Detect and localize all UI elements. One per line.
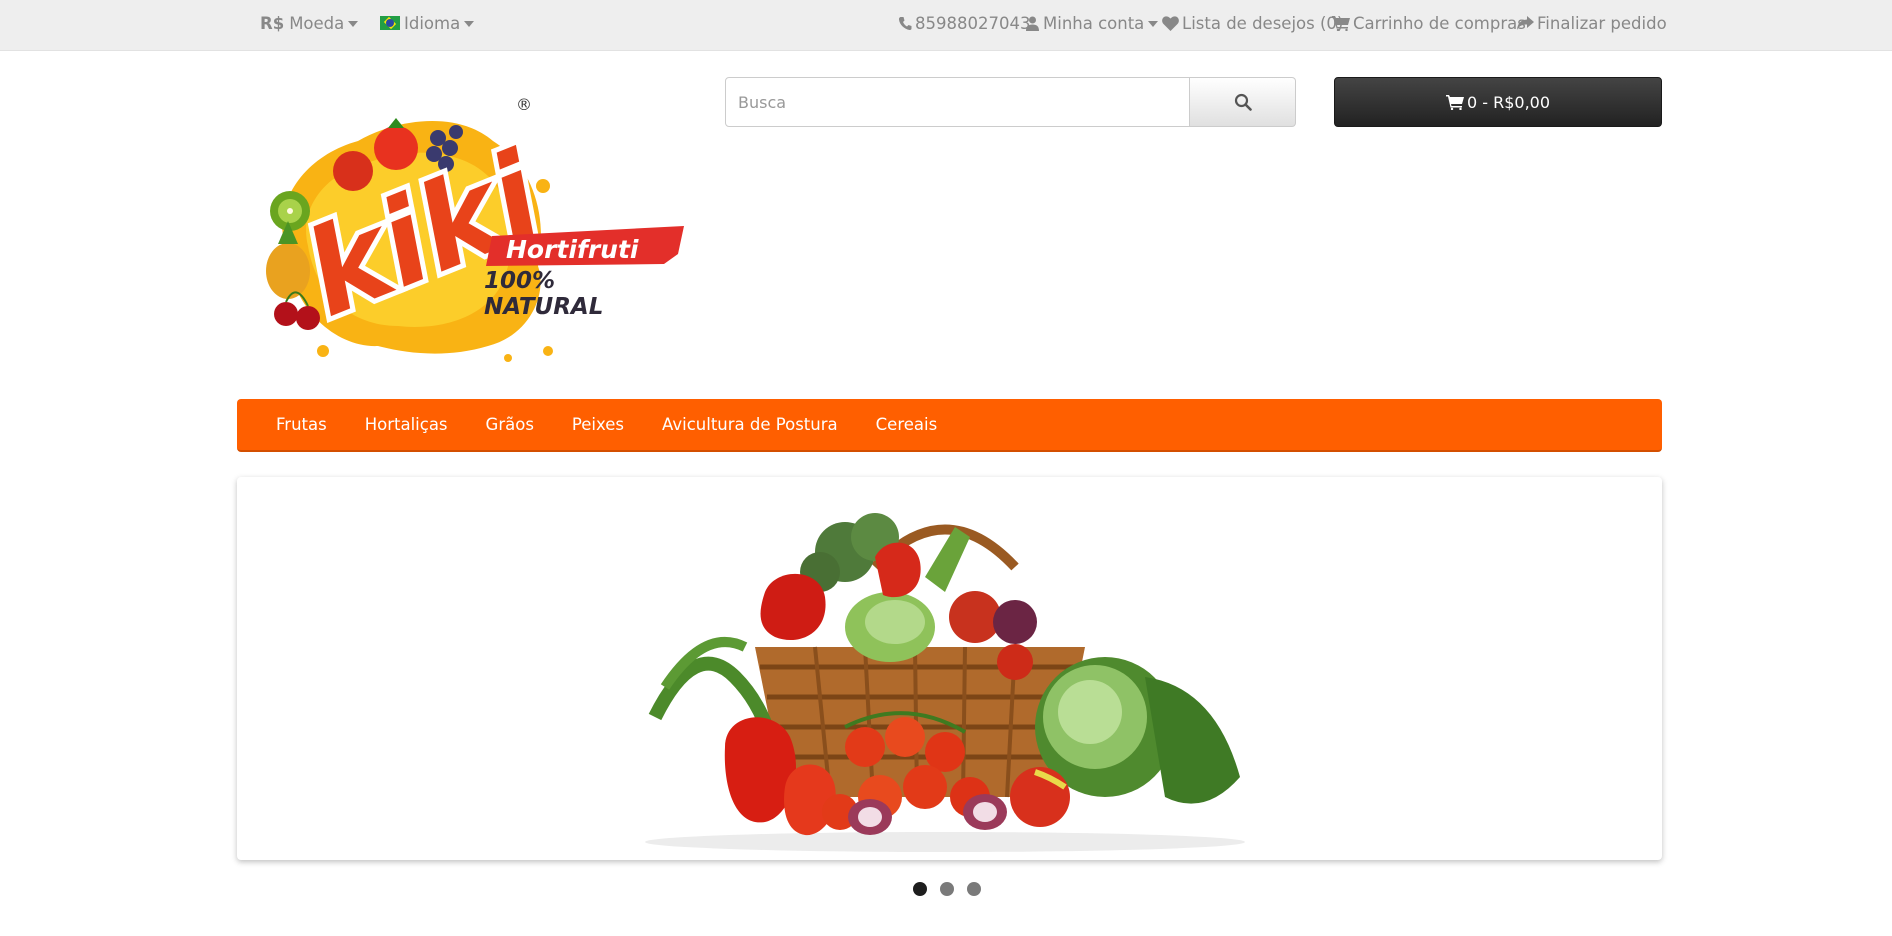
search-button[interactable] xyxy=(1190,77,1296,127)
slide-dot-1[interactable] xyxy=(913,882,927,896)
heart-icon xyxy=(1162,15,1179,31)
user-icon xyxy=(1026,16,1039,31)
wishlist-link[interactable]: Lista de desejos (0) xyxy=(1162,12,1343,34)
account-label: Minha conta xyxy=(1043,13,1145,33)
account-dropdown[interactable]: Minha conta xyxy=(1026,12,1159,34)
cart-summary-text: 0 - R$0,00 xyxy=(1466,92,1551,112)
store-logo[interactable]: kiki ® Hortifruti 100% NATURAL xyxy=(248,95,684,364)
chevron-down-icon xyxy=(464,21,475,27)
menu-item-graos[interactable]: Grãos xyxy=(467,415,553,434)
checkout-link[interactable]: Finalizar pedido xyxy=(1517,12,1667,34)
search-bar xyxy=(725,77,1296,127)
menu-item-frutas[interactable]: Frutas xyxy=(257,415,346,434)
logo-claim-line2: NATURAL xyxy=(484,294,603,320)
brazil-flag-icon xyxy=(380,16,400,30)
logo-tag-text: Hortifruti xyxy=(506,235,639,264)
registered-mark: ® xyxy=(516,96,532,114)
menu-item-avicultura-de-postura[interactable]: Avicultura de Postura xyxy=(643,415,857,434)
checkout-label: Finalizar pedido xyxy=(1537,13,1667,33)
menu-item-peixes[interactable]: Peixes xyxy=(553,415,643,434)
slide-dot-3[interactable] xyxy=(967,882,981,896)
menu-item-hortalicas[interactable]: Hortaliças xyxy=(346,415,467,434)
shopping-cart-label: Carrinho de compras xyxy=(1353,13,1526,33)
menu-item-cereais[interactable]: Cereais xyxy=(857,415,957,434)
cart-icon xyxy=(1332,16,1350,31)
vegetable-basket-image xyxy=(645,513,1245,852)
language-label: Idioma xyxy=(404,13,461,33)
top-bar: R$ Moeda Idioma 85988027043 Minha conta … xyxy=(0,0,1892,51)
category-menu: Frutas Hortaliças Grãos Peixes Avicultur… xyxy=(237,399,1662,452)
phone-link[interactable]: 85988027043 xyxy=(898,12,1030,34)
search-input[interactable] xyxy=(725,77,1190,127)
currency-label: Moeda xyxy=(289,13,345,33)
banner-slideshow[interactable] xyxy=(237,477,1662,860)
slide-dot-2[interactable] xyxy=(940,882,954,896)
share-icon xyxy=(1517,15,1534,30)
wishlist-label: Lista de desejos (0) xyxy=(1182,13,1344,33)
currency-symbol: R$ xyxy=(260,13,285,33)
chevron-down-icon xyxy=(348,21,359,27)
search-icon xyxy=(1234,93,1252,111)
phone-icon xyxy=(898,16,912,30)
phone-number: 85988027043 xyxy=(915,13,1031,33)
shopping-cart-link[interactable]: Carrinho de compras xyxy=(1332,12,1526,34)
language-dropdown[interactable]: Idioma xyxy=(380,12,475,34)
currency-dropdown[interactable]: R$ Moeda xyxy=(260,12,359,34)
cart-summary-button[interactable]: 0 - R$0,00 xyxy=(1334,77,1662,127)
cart-icon xyxy=(1445,95,1464,110)
slideshow-pagination xyxy=(913,882,981,896)
logo-claim-line1: 100% xyxy=(484,268,555,294)
chevron-down-icon xyxy=(1148,21,1159,27)
kiki-hortifruti-logo: kiki ® Hortifruti 100% NATURAL xyxy=(266,95,684,362)
